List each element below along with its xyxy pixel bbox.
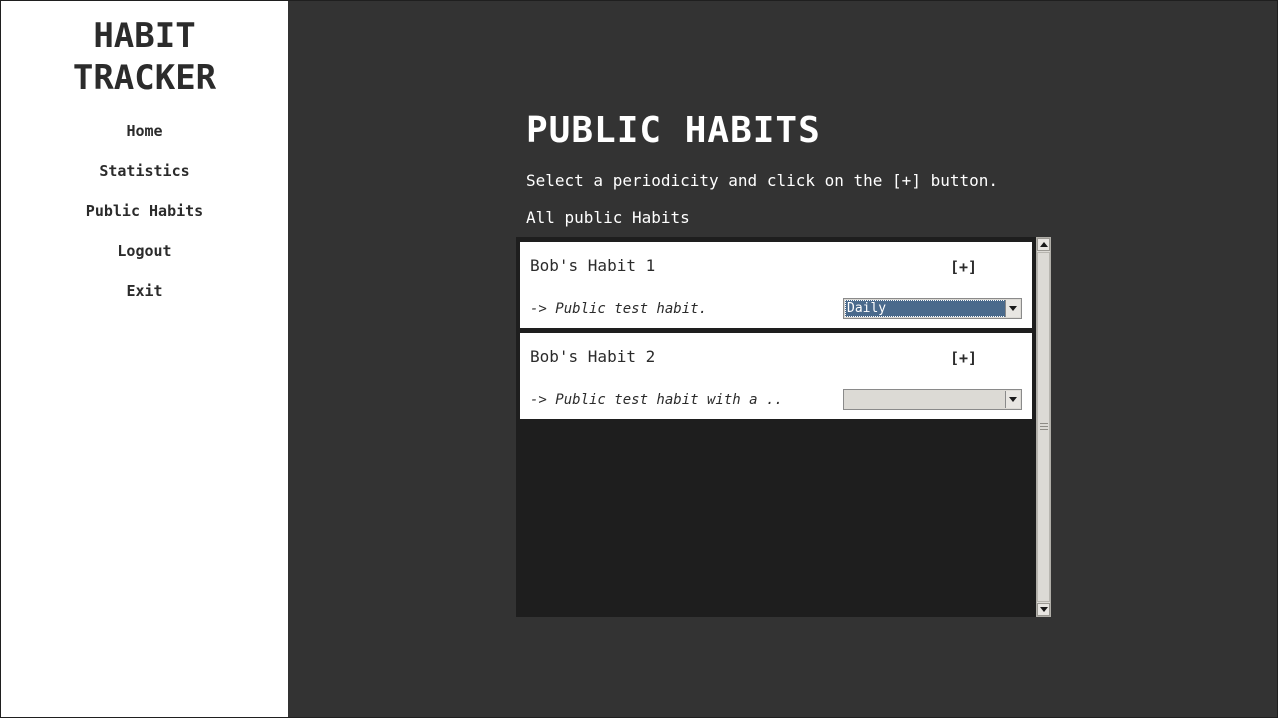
grip-line [1040, 423, 1048, 424]
sidebar-item-statistics[interactable]: Statistics [1, 162, 288, 180]
grip-line [1040, 426, 1048, 427]
logo-line-1: HABIT [93, 16, 196, 56]
logo-line-2: TRACKER [72, 58, 217, 98]
sidebar-item-exit[interactable]: Exit [1, 282, 288, 300]
habit-description: -> Public test habit with a .. [530, 392, 783, 408]
habit-card: Bob's Habit 1 [+] -> Public test habit. … [520, 242, 1032, 328]
scrollbar-thumb[interactable] [1037, 252, 1050, 602]
periodicity-select[interactable]: Daily [843, 298, 1022, 319]
habit-name: Bob's Habit 2 [530, 347, 656, 366]
app-logo: HABIT TRACKER [1, 15, 288, 99]
grip-line [1040, 429, 1048, 430]
sidebar: HABIT TRACKER Home Statistics Public Hab… [1, 1, 288, 717]
scroll-up-icon[interactable] [1037, 238, 1050, 251]
dropdown-arrow-icon[interactable] [1005, 391, 1020, 408]
instruction-text: Select a periodicity and click on the [+… [526, 171, 999, 190]
habit-card: Bob's Habit 2 [+] -> Public test habit w… [520, 333, 1032, 419]
dropdown-arrow-icon[interactable] [1005, 300, 1020, 317]
scroll-down-icon[interactable] [1037, 603, 1050, 616]
habit-list-scrollbar[interactable] [1036, 237, 1051, 617]
add-habit-button[interactable]: [+] [950, 258, 977, 276]
periodicity-value: Daily [845, 300, 1006, 317]
habit-name: Bob's Habit 1 [530, 256, 656, 275]
habit-description: -> Public test habit. [530, 301, 708, 317]
periodicity-select[interactable] [843, 389, 1022, 410]
add-habit-button[interactable]: [+] [950, 349, 977, 367]
habit-list[interactable]: Bob's Habit 1 [+] -> Public test habit. … [516, 237, 1036, 617]
sidebar-item-logout[interactable]: Logout [1, 242, 288, 260]
page-title: PUBLIC HABITS [526, 110, 821, 151]
list-label: All public Habits [526, 208, 690, 227]
sidebar-item-public-habits[interactable]: Public Habits [1, 202, 288, 220]
sidebar-item-home[interactable]: Home [1, 122, 288, 140]
periodicity-value [845, 391, 1006, 408]
